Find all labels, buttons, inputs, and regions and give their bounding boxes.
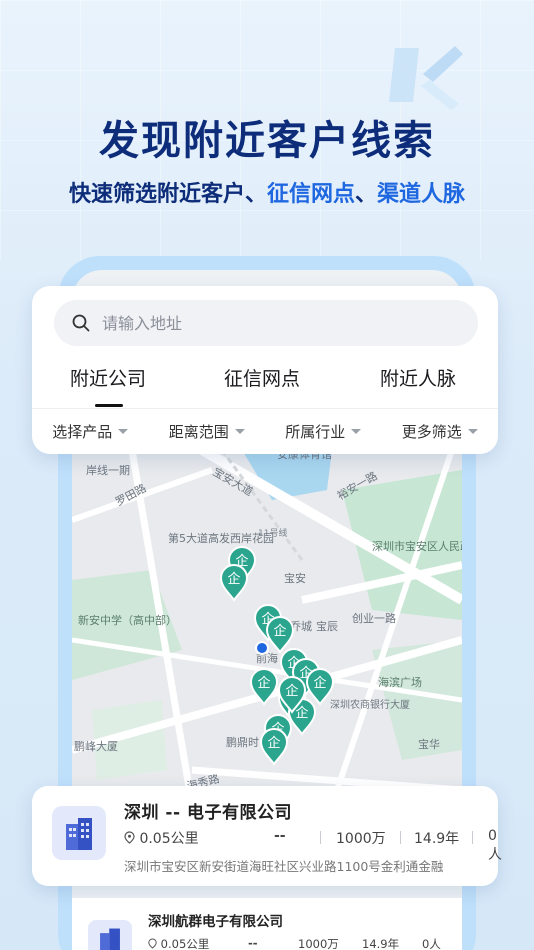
- subline-separator: 、: [355, 182, 378, 207]
- caret-down-icon: [118, 429, 129, 434]
- company-pin-label: 企: [313, 675, 326, 691]
- map-label-bank: 深圳农商银行大厦: [330, 698, 410, 711]
- page-headline: 发现附近客户线索: [99, 118, 435, 164]
- tab-nearby-network[interactable]: 附近人脉: [380, 364, 456, 391]
- filter-distance-label: 距离范围: [168, 423, 229, 441]
- search-icon: [72, 314, 90, 332]
- company-pin-label: 企: [273, 623, 286, 639]
- distance-group: 0.05公里: [124, 828, 199, 848]
- filter-more[interactable]: 更多筛选: [382, 421, 499, 442]
- map-label-baoan: 宝安: [284, 571, 306, 585]
- filter-bar: 选择产品 距离范围 所属行业 更多筛选: [32, 408, 498, 454]
- building-icon: [66, 818, 92, 850]
- search-bar[interactable]: [54, 300, 478, 346]
- subline-highlight-network: 渠道人脉: [377, 182, 466, 207]
- caret-down-icon: [234, 429, 245, 434]
- map-label-shore: 岸线一期: [86, 463, 130, 477]
- map-label-school: 新安中学（高中部）: [78, 613, 177, 627]
- map-label-baohua: 宝华: [418, 737, 440, 751]
- company-pin-label: 企: [267, 735, 280, 751]
- map-label-pengfeng: 鹏峰大厦: [74, 739, 118, 753]
- filter-industry[interactable]: 所属行业: [265, 421, 382, 442]
- map-label-baochen: 宝辰: [316, 619, 338, 633]
- active-tab-indicator: [95, 404, 123, 407]
- subline-text-1: 快速筛选附近客户、: [68, 182, 267, 207]
- map-label-chuangye: 创业一路: [352, 612, 396, 625]
- map-view[interactable]: 安康体育馆 岸线一期 罗田路 宝安大道 裕安一路 11号线 第5大道高发西岸花园…: [72, 450, 462, 805]
- search-panel: 附近公司 征信网点 附近人脉 选择产品 距离范围 所属行业 更多筛选: [32, 286, 498, 454]
- company-pin-label: 企: [295, 705, 308, 721]
- caret-down-icon: [467, 429, 478, 434]
- tab-bar: 附近公司 征信网点 附近人脉: [32, 364, 498, 406]
- company-capital-2: 1000万: [298, 937, 339, 950]
- company-result-card-2[interactable]: 深圳航群电子有限公司 0.05公里 -- 1000万 14.9年 0人: [72, 898, 462, 950]
- tab-nearby-company[interactable]: 附近公司: [70, 364, 146, 391]
- company-legal-person-2: --: [248, 936, 258, 950]
- company-pin-label: 企: [285, 683, 298, 699]
- filter-more-label: 更多筛选: [401, 423, 462, 441]
- meta-divider: [320, 831, 321, 844]
- company-address: 深圳市宝安区新安街道海旺社区兴业路1100号金利通金融: [124, 859, 444, 874]
- company-meta-row: 0.05公里 -- 1000万 14.9年 0人: [124, 828, 502, 863]
- distance-group-2: 0.05公里: [148, 936, 209, 950]
- subline-highlight-credit: 征信网点: [266, 182, 355, 207]
- filter-distance[interactable]: 距离范围: [149, 421, 266, 442]
- address-search-input[interactable]: [102, 313, 442, 333]
- company-logo-2: [88, 920, 132, 950]
- map-label-pengding: 鹏鼎时: [226, 736, 259, 749]
- current-location-dot: [255, 641, 269, 655]
- filter-product-label: 选择产品: [52, 423, 113, 441]
- location-pin-icon: [124, 831, 135, 844]
- company-legal-person: --: [274, 828, 286, 844]
- company-age-2: 14.9年: [362, 937, 400, 950]
- map-label-square: 海滨广场: [378, 675, 422, 689]
- map-label-park: 第5大道高发西岸花园: [168, 531, 274, 545]
- company-staff-count-2: 0人: [422, 937, 441, 950]
- company-pin-label: 企: [227, 571, 240, 587]
- company-pin-label: 企: [257, 675, 270, 691]
- company-name-2: 深圳航群电子有限公司: [148, 914, 283, 930]
- filter-industry-label: 所属行业: [285, 423, 346, 441]
- filter-product[interactable]: 选择产品: [32, 421, 149, 442]
- meta-divider: [472, 831, 473, 844]
- brand-k-decoration: [389, 46, 463, 110]
- company-distance-2: 0.05公里: [160, 937, 210, 950]
- company-distance: 0.05公里: [139, 831, 199, 847]
- company-logo: [52, 806, 106, 860]
- company-capital: 1000万: [336, 831, 386, 847]
- tab-credit-outlets[interactable]: 征信网点: [224, 364, 300, 391]
- company-name: 深圳 -- 电子有限公司: [124, 803, 292, 823]
- location-pin-icon: [148, 938, 157, 949]
- building-icon: [100, 928, 120, 950]
- map-label-gov: 深圳市宝安区人民政府: [372, 539, 462, 553]
- company-age: 14.9年: [414, 831, 460, 847]
- company-result-card[interactable]: 深圳 -- 电子有限公司 0.05公里 -- 1000万 14.9年 0人 深圳…: [32, 786, 502, 886]
- caret-down-icon: [351, 429, 362, 434]
- page-subline: 快速筛选附近客户、征信网点、渠道人脉: [0, 176, 534, 208]
- meta-divider: [400, 831, 401, 844]
